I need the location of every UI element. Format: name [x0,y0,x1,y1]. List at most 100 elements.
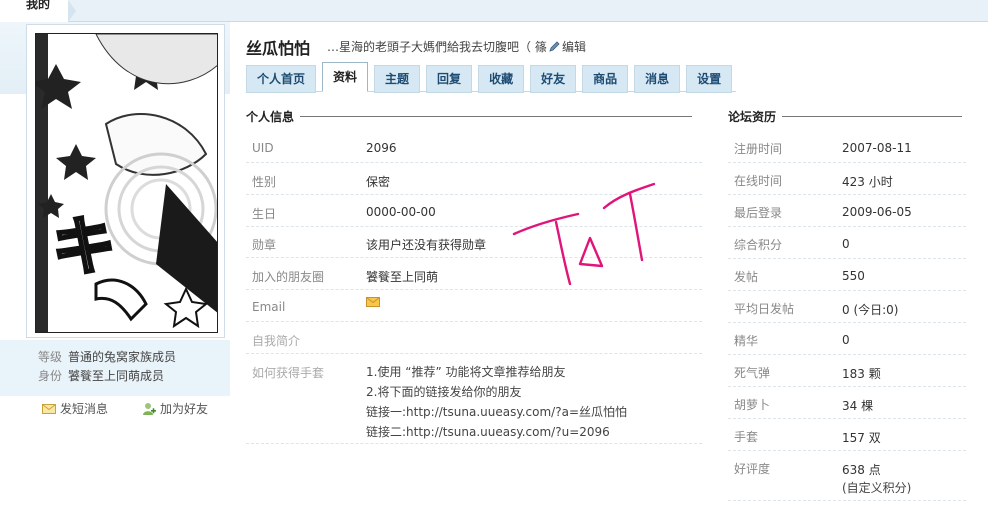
info-value: 该用户还没有获得勋章 [366,238,487,252]
tab-favorites[interactable]: 收藏 [478,65,525,93]
profile-tabs: 个人首页 资料 主题 回复 收藏 好友 商品 消息 设置 [246,62,733,93]
info-row-email: Email [246,290,702,322]
tab-threads[interactable]: 主题 [374,65,421,93]
history-label: 在线时间 [734,174,783,188]
info-label: 如何获得手套 [252,366,325,380]
heading-divider [782,116,963,117]
edit-signature-link[interactable]: 编辑 [548,38,586,55]
history-row: 最后登录 2009-06-05 [728,195,966,227]
info-row-bio: 自我简介 [246,322,702,354]
recommend-line: 1.使用 “推荐” 功能将文章推荐给朋友 [366,365,566,379]
info-label: 生日 [252,207,277,221]
history-value: 0 (今日:0) [842,303,899,317]
rank-value: 饕餮至上同萌成员 [68,369,165,383]
breadcrumb-arrow-icon [68,0,77,22]
envelope-icon [42,403,56,414]
history-row: 发帖 550 [728,259,966,291]
history-footnote: (自定义积分) [842,481,912,495]
rank-key: 身份 [38,369,63,383]
history-value: 34 棵 [842,399,874,413]
add-user-icon [143,402,156,415]
history-label: 手套 [734,430,759,444]
history-label: 胡萝卜 [734,398,771,412]
history-value: 2007-08-11 [842,141,912,155]
sidebar-info: 等级 普通的兔窝家族成员 身份 饕餮至上同萌成员 [38,348,176,386]
history-label: 平均日发帖 [734,302,795,316]
history-label: 综合积分 [734,238,783,252]
top-bar: 我的 [0,0,988,22]
tab-profile[interactable]: 资料 [322,62,369,92]
add-friend-label[interactable]: 加为好友 [160,400,208,417]
personal-info-heading: 个人信息 [246,108,693,125]
history-row: 注册时间 2007-08-11 [728,131,966,163]
history-row: 手套 157 双 [728,419,966,451]
forum-history-title: 论坛资历 [728,110,777,124]
recommend-line: 2.将下面的链接发给你的朋友 [366,385,522,399]
signature: …星海的老頭子大媽們給我去切腹吧（ 篠 [327,40,547,54]
pencil-icon [549,40,560,52]
breadcrumb[interactable]: 我的 [0,0,77,22]
username: 丝瓜怕怕 [246,39,311,58]
recommend-link-2[interactable]: 链接二:http://tsuna.uueasy.com/?u=2096 [366,422,627,442]
history-label: 最后登录 [734,206,783,220]
info-label: 加入的朋友圈 [252,270,325,284]
level-value: 普通的兔窝家族成员 [68,350,177,364]
level-key: 等级 [38,350,63,364]
send-message-button[interactable]: 发短消息 [42,400,108,417]
history-row: 精华 0 [728,323,966,355]
recommend-instructions: 1.使用 “推荐” 功能将文章推荐给朋友 2.将下面的链接发给你的朋友 链接一:… [366,362,627,442]
tab-goods[interactable]: 商品 [582,65,629,93]
info-value[interactable]: 饕餮至上同萌 [366,268,438,285]
email-button[interactable] [366,296,380,310]
personal-info-title: 个人信息 [246,110,295,124]
info-label: 勋章 [252,238,277,252]
history-label: 注册时间 [734,142,783,156]
avatar-image: キ [36,34,217,332]
info-label: 性别 [252,175,277,189]
add-friend-button[interactable]: 加为好友 [142,400,208,417]
handwritten-scribble [512,182,656,286]
history-label: 发帖 [734,270,759,284]
history-row: 平均日发帖 0 (今日:0) [728,291,966,323]
history-value: 550 [842,269,865,283]
history-row: 胡萝卜 34 棵 [728,387,966,419]
history-row: 好评度 638 点 (自定义积分) [728,451,966,501]
history-row: 在线时间 423 小时 [728,163,966,195]
heading-divider [300,116,693,117]
history-row: 死气弹 183 颗 [728,355,966,387]
tab-messages[interactable]: 消息 [634,65,681,93]
info-label: UID [252,141,274,155]
history-value: 183 颗 [842,367,881,381]
edit-label[interactable]: 编辑 [562,38,586,55]
forum-history-heading: 论坛资历 [728,108,963,125]
info-value: 保密 [366,175,391,189]
history-value: 157 双 [842,431,881,445]
avatar-frame: キ [26,24,225,338]
history-row: 综合积分 0 [728,227,966,259]
tab-replies[interactable]: 回复 [426,65,473,93]
info-row-uid: UID 2096 [246,131,702,163]
history-value: 423 小时 [842,175,893,189]
info-value: 0000-00-00 [366,205,436,219]
info-label: 自我简介 [252,334,301,348]
info-label: Email [252,300,286,314]
history-value: 638 点 [842,463,881,477]
tab-home[interactable]: 个人首页 [246,65,317,93]
envelope-icon [366,297,380,307]
tab-settings[interactable]: 设置 [686,65,733,93]
history-label: 死气弹 [734,366,771,380]
avatar-katakana: キ [52,211,116,285]
recommend-link-1[interactable]: 链接一:http://tsuna.uueasy.com/?a=丝瓜怕怕 [366,402,627,422]
history-value: 2009-06-05 [842,205,912,219]
tab-friends[interactable]: 好友 [530,65,577,93]
history-value: 0 [842,237,850,251]
history-value: 0 [842,333,850,347]
history-label: 好评度 [734,462,771,476]
avatar[interactable]: キ [35,33,218,333]
info-value: 2096 [366,141,397,155]
history-label: 精华 [734,334,759,348]
breadcrumb-current[interactable]: 我的 [26,0,50,11]
level-line: 等级 普通的兔窝家族成员 [38,348,176,367]
rank-line: 身份 饕餮至上同萌成员 [38,367,176,386]
send-message-label[interactable]: 发短消息 [60,400,108,417]
